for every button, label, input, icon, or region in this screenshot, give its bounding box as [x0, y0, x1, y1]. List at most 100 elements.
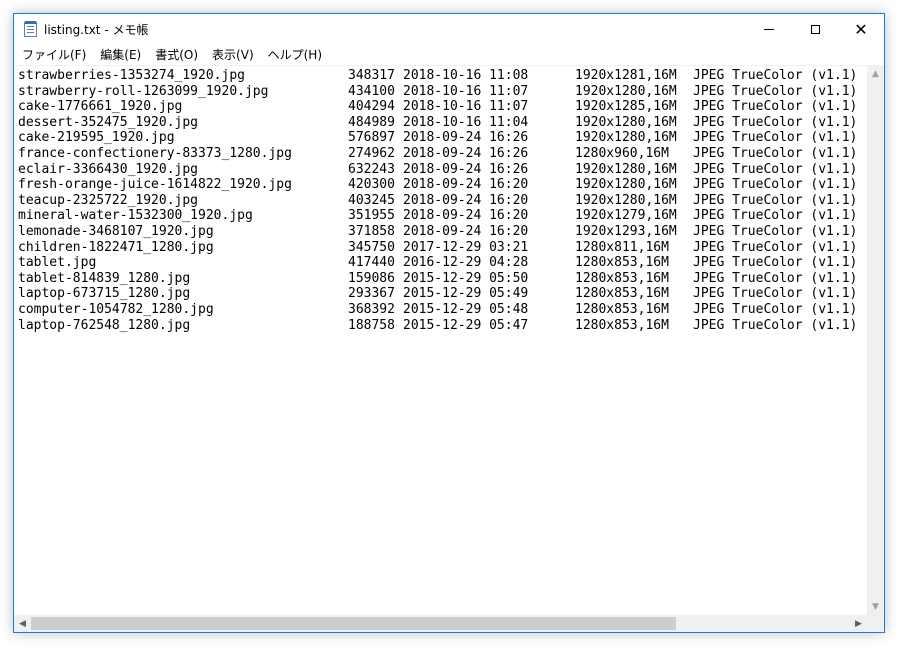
line-type: JPEG TrueColor (v1.1): [693, 68, 858, 83]
minimize-button[interactable]: [746, 14, 792, 45]
line-date: 2018-09-24 16:26: [403, 161, 529, 177]
line-name: fresh-orange-juice-1614822_1920.jpg: [18, 177, 292, 193]
line-dim: 1920x1279,16M: [575, 208, 677, 224]
line-size: 368392: [348, 301, 395, 317]
line-dim: 1280x853,16M: [575, 301, 669, 317]
line-name: strawberries-1353274_1920.jpg: [18, 68, 245, 83]
line-dim: 1920x1293,16M: [575, 223, 677, 239]
line-name: dessert-352475_1920.jpg: [18, 114, 199, 130]
line-dim: 1920x1280,16M: [575, 177, 677, 193]
line-dim: 1280x960,16M: [575, 145, 669, 161]
line-size: 420300: [348, 177, 395, 193]
menu-help[interactable]: ヘルプ(H): [261, 45, 329, 65]
line-dim: 1280x853,16M: [575, 317, 669, 333]
line-size: 371858: [348, 223, 395, 239]
line-type: JPEG TrueColor (v1.1): [693, 130, 858, 146]
line-date: 2018-09-24 16:20: [403, 223, 529, 239]
scroll-down-arrow-icon[interactable]: ▼: [867, 598, 884, 615]
scroll-right-arrow-icon[interactable]: ▶: [850, 615, 867, 632]
menu-file[interactable]: ファイル(F): [14, 45, 93, 65]
notepad-icon[interactable]: [24, 21, 37, 37]
line-date: 2018-10-16 11:08: [403, 68, 529, 83]
line-type: JPEG TrueColor (v1.1): [693, 270, 858, 286]
line-name: mineral-water-1532300_1920.jpg: [18, 208, 253, 224]
close-button[interactable]: ✕: [838, 14, 884, 45]
line-name: france-confectionery-83373_1280.jpg: [18, 145, 292, 161]
line-date: 2017-12-29 03:21: [403, 239, 529, 255]
line-type: JPEG TrueColor (v1.1): [693, 208, 858, 224]
line-name: children-1822471_1280.jpg: [18, 239, 214, 255]
line-dim: 1280x853,16M: [575, 255, 669, 271]
scroll-left-arrow-icon[interactable]: ◀: [14, 615, 31, 632]
line-size: 348317: [348, 68, 395, 83]
line-date: 2018-09-24 16:20: [403, 177, 529, 193]
line-date: 2018-10-16 11:04: [403, 114, 529, 130]
horizontal-scrollbar[interactable]: ◀ ▶: [14, 615, 867, 632]
line-type: JPEG TrueColor (v1.1): [693, 239, 858, 255]
line-name: lemonade-3468107_1920.jpg: [18, 223, 214, 239]
minimize-icon: [764, 29, 774, 30]
line-type: JPEG TrueColor (v1.1): [693, 161, 858, 177]
line-date: 2018-09-24 16:20: [403, 192, 529, 208]
line-dim: 1920x1280,16M: [575, 192, 677, 208]
line-type: JPEG TrueColor (v1.1): [693, 317, 858, 333]
line-date: 2018-09-24 16:26: [403, 130, 529, 146]
line-date: 2018-10-16 11:07: [403, 83, 529, 99]
line-name: laptop-762548_1280.jpg: [18, 317, 191, 333]
line-size: 404294: [348, 99, 395, 115]
line-date: 2015-12-29 05:48: [403, 301, 529, 317]
line-type: JPEG TrueColor (v1.1): [693, 192, 858, 208]
notepad-window: listing.txt - メモ帳 ✕ ファイル(F) 編集(E) 書式(O) …: [13, 13, 885, 633]
line-date: 2015-12-29 05:47: [403, 317, 529, 333]
line-date: 2016-12-29 04:28: [403, 255, 529, 271]
menu-edit[interactable]: 編集(E): [93, 45, 148, 65]
line-dim: 1280x853,16M: [575, 286, 669, 302]
line-dim: 1920x1280,16M: [575, 161, 677, 177]
line-size: 293367: [348, 286, 395, 302]
line-dim: 1920x1280,16M: [575, 83, 677, 99]
line-name: strawberry-roll-1263099_1920.jpg: [18, 83, 269, 99]
line-type: JPEG TrueColor (v1.1): [693, 145, 858, 161]
line-type: JPEG TrueColor (v1.1): [693, 255, 858, 271]
line-name: eclair-3366430_1920.jpg: [18, 161, 199, 177]
line-type: JPEG TrueColor (v1.1): [693, 83, 858, 99]
close-icon: ✕: [854, 19, 868, 39]
line-date: 2015-12-29 05:49: [403, 286, 529, 302]
line-dim: 1280x853,16M: [575, 270, 669, 286]
line-dim: 1280x811,16M: [575, 239, 669, 255]
line-name: tablet-814839_1280.jpg: [18, 270, 191, 286]
text-editor[interactable]: strawberries-1353274_1920.jpg 348317 2018-…: [14, 65, 867, 616]
menu-view[interactable]: 表示(V): [205, 45, 261, 65]
line-size: 345750: [348, 239, 395, 255]
line-type: JPEG TrueColor (v1.1): [693, 99, 858, 115]
menu-bar: ファイル(F) 編集(E) 書式(O) 表示(V) ヘルプ(H): [14, 45, 884, 65]
scrollbar-corner: [867, 615, 884, 632]
line-name: laptop-673715_1280.jpg: [18, 286, 191, 302]
line-dim: 1920x1281,16M: [575, 68, 677, 83]
line-size: 274962: [348, 145, 395, 161]
window-title: listing.txt - メモ帳: [44, 23, 149, 37]
line-size: 576897: [348, 130, 395, 146]
line-name: cake-1776661_1920.jpg: [18, 99, 183, 115]
line-size: 159086: [348, 270, 395, 286]
line-type: JPEG TrueColor (v1.1): [693, 223, 858, 239]
line-dim: 1920x1280,16M: [575, 130, 677, 146]
scroll-up-arrow-icon[interactable]: ▲: [867, 65, 884, 82]
maximize-button[interactable]: [792, 14, 838, 45]
vertical-scrollbar[interactable]: ▲ ▼: [867, 65, 884, 615]
line-date: 2015-12-29 05:50: [403, 270, 529, 286]
line-type: JPEG TrueColor (v1.1): [693, 177, 858, 193]
title-bar[interactable]: listing.txt - メモ帳 ✕: [14, 14, 884, 45]
line-size: 188758: [348, 317, 395, 333]
line-size: 403245: [348, 192, 395, 208]
line-name: computer-1054782_1280.jpg: [18, 301, 214, 317]
menu-format[interactable]: 書式(O): [148, 45, 205, 65]
line-size: 351955: [348, 208, 395, 224]
line-dim: 1920x1280,16M: [575, 114, 677, 130]
maximize-icon: [810, 25, 820, 34]
line-dim: 1920x1285,16M: [575, 99, 677, 115]
line-size: 417440: [348, 255, 395, 271]
line-date: 2018-09-24 16:20: [403, 208, 529, 224]
line-type: JPEG TrueColor (v1.1): [693, 114, 858, 130]
horizontal-scroll-thumb[interactable]: [31, 617, 676, 630]
